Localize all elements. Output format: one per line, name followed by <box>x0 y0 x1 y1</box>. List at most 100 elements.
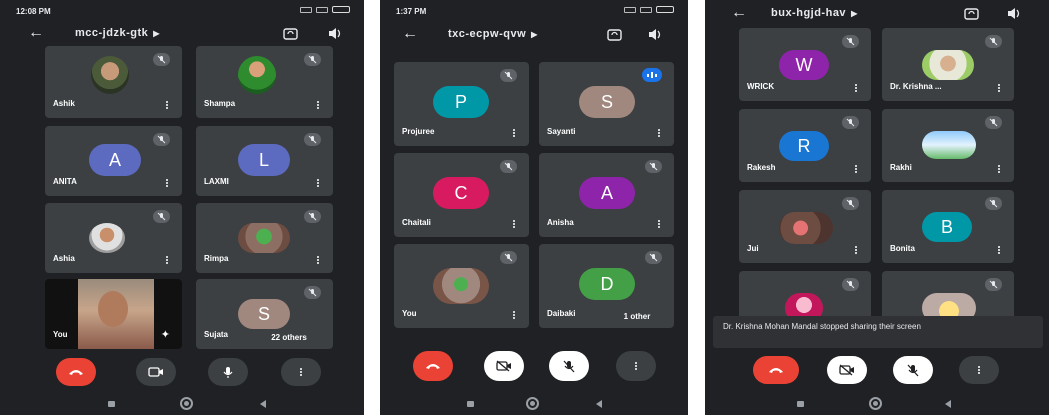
recents-nav-icon[interactable] <box>108 401 115 407</box>
more-vert-icon[interactable] <box>998 246 1001 254</box>
others-count-button[interactable]: 22 others <box>254 329 324 345</box>
arrow-back-icon[interactable]: ← <box>731 5 747 21</box>
participant-avatar: A <box>579 177 635 209</box>
participant-tile[interactable]: B Bonita <box>882 190 1014 263</box>
switch-camera-icon[interactable] <box>606 26 622 42</box>
participant-name: Ashik <box>53 99 75 108</box>
participant-tile[interactable]: L LAXMI <box>196 126 333 196</box>
more-vert-icon[interactable] <box>317 101 320 109</box>
more-vert-icon[interactable] <box>998 84 1001 92</box>
chevron-right-icon: ▶ <box>531 30 538 39</box>
more-vert-icon[interactable] <box>166 179 169 187</box>
participant-tile[interactable]: A Anisha <box>539 153 674 237</box>
status-icons <box>300 6 350 13</box>
more-vert-icon[interactable] <box>513 220 516 228</box>
more-vert-icon[interactable] <box>658 129 661 137</box>
home-nav-icon[interactable] <box>526 397 539 410</box>
participant-tile[interactable]: Jui <box>739 190 871 263</box>
more-vert-icon[interactable] <box>317 256 320 264</box>
more-vert-icon[interactable] <box>513 129 516 137</box>
phone-screen-2: 1:37 PM ← txc-ecpw-qvw ▶ P Projuree S Sa… <box>380 0 688 415</box>
arrow-back-icon[interactable]: ← <box>28 25 44 41</box>
speaker-icon[interactable] <box>1005 5 1021 21</box>
arrow-back-icon[interactable]: ← <box>402 26 418 42</box>
participant-tile[interactable]: Ashia <box>45 203 182 273</box>
end-call-button[interactable] <box>413 351 453 381</box>
participant-avatar: A <box>89 144 141 176</box>
switch-camera-icon[interactable] <box>282 25 298 41</box>
mic-off-button[interactable] <box>893 356 933 384</box>
participant-tile[interactable]: A ANITA <box>45 126 182 196</box>
avatar-initial: A <box>600 182 613 203</box>
participant-tile[interactable]: Dr. Krishna ... <box>882 28 1014 101</box>
home-nav-icon[interactable] <box>869 397 882 410</box>
speaker-icon[interactable] <box>326 25 342 41</box>
recents-nav-icon[interactable] <box>797 401 804 407</box>
camera-button[interactable] <box>136 358 176 386</box>
sparkle-icon[interactable]: ✦ <box>161 328 170 341</box>
participant-avatar: S <box>579 86 635 118</box>
more-vert-icon[interactable] <box>658 220 661 228</box>
participant-tile[interactable]: C Chaitali <box>394 153 529 237</box>
participant-name: Dr. Krishna ... <box>890 82 942 91</box>
avatar-initial: S <box>600 91 613 112</box>
mic-off-button[interactable] <box>549 351 589 381</box>
more-vert-icon[interactable] <box>998 165 1001 173</box>
mic-off-icon <box>304 53 321 66</box>
participant-name: Jui <box>747 244 759 253</box>
participant-tile[interactable]: P Projuree <box>394 62 529 146</box>
switch-camera-icon[interactable] <box>963 5 979 21</box>
speaker-icon[interactable] <box>646 26 662 42</box>
more-vert-icon[interactable] <box>166 256 169 264</box>
self-face <box>98 291 128 327</box>
camera-off-button[interactable] <box>827 356 867 384</box>
more-vert-icon[interactable] <box>855 84 858 92</box>
camera-off-button[interactable] <box>484 351 524 381</box>
participant-name: Ashia <box>53 254 75 263</box>
phone-screen-1: 12:08 PM ← mcc-jdzk-gtk ▶ Ashik Shampa A… <box>0 0 364 415</box>
back-nav-icon[interactable] <box>945 400 951 408</box>
signal-icon <box>624 6 636 13</box>
meeting-code-button[interactable]: bux-hgjd-hav ▶ <box>771 7 858 19</box>
status-time: 12:08 PM <box>16 7 51 16</box>
meeting-code-button[interactable]: txc-ecpw-qvw ▶ <box>448 28 538 40</box>
end-call-icon <box>69 370 83 375</box>
more-vert-icon[interactable] <box>166 101 169 109</box>
more-options-button[interactable] <box>959 356 999 384</box>
others-count-button[interactable]: 1 other <box>609 308 665 324</box>
back-nav-icon[interactable] <box>596 400 602 408</box>
mic-off-icon <box>842 197 859 210</box>
avatar-initial: B <box>940 216 953 237</box>
meeting-code-button[interactable]: mcc-jdzk-gtk ▶ <box>75 27 160 39</box>
more-options-button[interactable] <box>616 351 656 381</box>
participant-tile[interactable]: Rakhi <box>882 109 1014 182</box>
participant-photo <box>922 131 976 159</box>
avatar-initial: D <box>600 273 614 294</box>
mic-button[interactable] <box>208 358 248 386</box>
participant-tile[interactable]: S Sujata 22 others <box>196 279 333 349</box>
participant-photo <box>779 212 833 244</box>
participant-tile[interactable]: Shampa <box>196 46 333 118</box>
more-vert-icon[interactable] <box>513 311 516 319</box>
end-call-button[interactable] <box>56 358 96 386</box>
self-video-tile[interactable]: You ✦ <box>45 279 182 349</box>
end-call-button[interactable] <box>753 356 799 384</box>
participant-tile[interactable]: D Daibaki 1 other <box>539 244 674 328</box>
more-vert-icon <box>300 368 302 376</box>
back-nav-icon[interactable] <box>260 400 266 408</box>
mic-off-icon <box>500 69 517 82</box>
more-vert-icon[interactable] <box>317 179 320 187</box>
more-vert-icon[interactable] <box>855 165 858 173</box>
more-vert-icon[interactable] <box>855 246 858 254</box>
participant-tile[interactable]: R Rakesh <box>739 109 871 182</box>
participant-tile[interactable]: You <box>394 244 529 328</box>
camera-icon <box>148 367 163 377</box>
participant-tile[interactable]: W WRICK <box>739 28 871 101</box>
participant-tile[interactable]: S Sayanti <box>539 62 674 146</box>
chevron-right-icon: ▶ <box>153 29 160 38</box>
home-nav-icon[interactable] <box>180 397 193 410</box>
recents-nav-icon[interactable] <box>467 401 474 407</box>
participant-tile[interactable]: Rimpa <box>196 203 333 273</box>
participant-tile[interactable]: Ashik <box>45 46 182 118</box>
more-options-button[interactable] <box>281 358 321 386</box>
